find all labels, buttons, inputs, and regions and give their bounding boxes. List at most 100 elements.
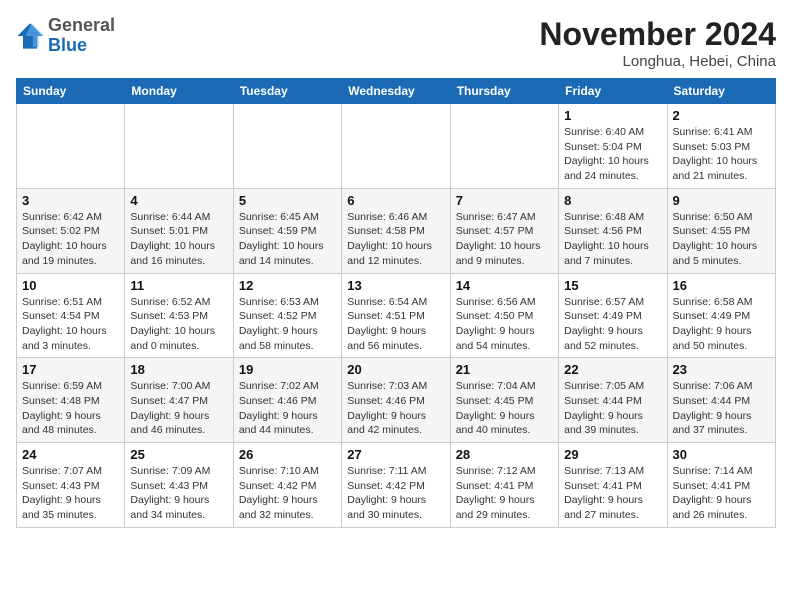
day-info: Sunrise: 7:03 AM Sunset: 4:46 PM Dayligh…: [347, 379, 444, 438]
day-of-week-header: SundayMondayTuesdayWednesdayThursdayFrid…: [17, 79, 776, 104]
location: Longhua, Hebei, China: [539, 53, 776, 70]
day-number: 15: [564, 278, 661, 293]
day-info: Sunrise: 6:40 AM Sunset: 5:04 PM Dayligh…: [564, 125, 661, 184]
day-cell: [450, 104, 558, 189]
day-cell: 21Sunrise: 7:04 AM Sunset: 4:45 PM Dayli…: [450, 358, 558, 443]
day-number: 22: [564, 362, 661, 377]
day-cell: 3 Sunrise: 6:42 AM Sunset: 5:02 PM Daylig…: [17, 188, 125, 273]
day-number: 19: [239, 362, 336, 377]
day-number: 5: [239, 193, 336, 208]
day-cell: 14 Sunrise: 6:56 AM Sunset: 4:50 PM Dayli…: [450, 273, 558, 358]
day-cell: 2 Sunrise: 6:41 AM Sunset: 5:03 PM Daylig…: [667, 104, 775, 189]
day-info: Sunrise: 6:47 AM Sunset: 4:57 PM Dayligh…: [456, 210, 553, 269]
calendar: SundayMondayTuesdayWednesdayThursdayFrid…: [16, 78, 776, 528]
day-number: 9: [673, 193, 770, 208]
day-info: Sunrise: 7:11 AM Sunset: 4:42 PM Dayligh…: [347, 464, 444, 523]
day-cell: 28Sunrise: 7:12 AM Sunset: 4:41 PM Dayli…: [450, 443, 558, 528]
week-row-3: 10Sunrise: 6:51 AM Sunset: 4:54 PM Dayli…: [17, 273, 776, 358]
day-cell: 20 Sunrise: 7:03 AM Sunset: 4:46 PM Dayli…: [342, 358, 450, 443]
day-info: Sunrise: 6:58 AM Sunset: 4:49 PM Dayligh…: [673, 295, 770, 354]
week-row-2: 3 Sunrise: 6:42 AM Sunset: 5:02 PM Daylig…: [17, 188, 776, 273]
day-cell: 8 Sunrise: 6:48 AM Sunset: 4:56 PM Daylig…: [559, 188, 667, 273]
day-number: 18: [130, 362, 227, 377]
day-info: Sunrise: 6:56 AM Sunset: 4:50 PM Dayligh…: [456, 295, 553, 354]
day-info: Sunrise: 6:42 AM Sunset: 5:02 PM Dayligh…: [22, 210, 119, 269]
day-header-saturday: Saturday: [667, 79, 775, 104]
day-info: Sunrise: 6:50 AM Sunset: 4:55 PM Dayligh…: [673, 210, 770, 269]
day-cell: 11 Sunrise: 6:52 AM Sunset: 4:53 PM Dayli…: [125, 273, 233, 358]
day-number: 30: [673, 447, 770, 462]
calendar-body: 1 Sunrise: 6:40 AM Sunset: 5:04 PM Daylig…: [17, 104, 776, 528]
day-cell: 10Sunrise: 6:51 AM Sunset: 4:54 PM Dayli…: [17, 273, 125, 358]
day-number: 3: [22, 193, 119, 208]
header: General Blue November 2024 Longhua, Hebe…: [16, 16, 776, 70]
logo-icon: [16, 22, 44, 50]
day-cell: 9 Sunrise: 6:50 AM Sunset: 4:55 PM Daylig…: [667, 188, 775, 273]
day-header-monday: Monday: [125, 79, 233, 104]
day-cell: 22 Sunrise: 7:05 AM Sunset: 4:44 PM Dayli…: [559, 358, 667, 443]
day-number: 10: [22, 278, 119, 293]
day-header-friday: Friday: [559, 79, 667, 104]
day-info: Sunrise: 6:57 AM Sunset: 4:49 PM Dayligh…: [564, 295, 661, 354]
day-cell: 5 Sunrise: 6:45 AM Sunset: 4:59 PM Daylig…: [233, 188, 341, 273]
day-cell: [17, 104, 125, 189]
day-cell: 1 Sunrise: 6:40 AM Sunset: 5:04 PM Daylig…: [559, 104, 667, 189]
day-info: Sunrise: 6:52 AM Sunset: 4:53 PM Dayligh…: [130, 295, 227, 354]
day-number: 16: [673, 278, 770, 293]
day-number: 7: [456, 193, 553, 208]
day-cell: 18 Sunrise: 7:00 AM Sunset: 4:47 PM Dayli…: [125, 358, 233, 443]
day-number: 14: [456, 278, 553, 293]
day-number: 6: [347, 193, 444, 208]
day-cell: 27Sunrise: 7:11 AM Sunset: 4:42 PM Dayli…: [342, 443, 450, 528]
day-number: 29: [564, 447, 661, 462]
day-number: 17: [22, 362, 119, 377]
week-row-4: 17 Sunrise: 6:59 AM Sunset: 4:48 PM Dayli…: [17, 358, 776, 443]
day-number: 4: [130, 193, 227, 208]
day-number: 12: [239, 278, 336, 293]
title-block: November 2024 Longhua, Hebei, China: [539, 16, 776, 70]
day-info: Sunrise: 6:46 AM Sunset: 4:58 PM Dayligh…: [347, 210, 444, 269]
day-cell: 13Sunrise: 6:54 AM Sunset: 4:51 PM Dayli…: [342, 273, 450, 358]
day-info: Sunrise: 7:06 AM Sunset: 4:44 PM Dayligh…: [673, 379, 770, 438]
day-number: 26: [239, 447, 336, 462]
day-cell: 7 Sunrise: 6:47 AM Sunset: 4:57 PM Daylig…: [450, 188, 558, 273]
day-cell: 16 Sunrise: 6:58 AM Sunset: 4:49 PM Dayli…: [667, 273, 775, 358]
day-header-tuesday: Tuesday: [233, 79, 341, 104]
day-number: 8: [564, 193, 661, 208]
day-number: 13: [347, 278, 444, 293]
day-info: Sunrise: 6:48 AM Sunset: 4:56 PM Dayligh…: [564, 210, 661, 269]
day-cell: 6 Sunrise: 6:46 AM Sunset: 4:58 PM Daylig…: [342, 188, 450, 273]
day-info: Sunrise: 6:59 AM Sunset: 4:48 PM Dayligh…: [22, 379, 119, 438]
week-row-5: 24Sunrise: 7:07 AM Sunset: 4:43 PM Dayli…: [17, 443, 776, 528]
day-number: 24: [22, 447, 119, 462]
day-info: Sunrise: 7:09 AM Sunset: 4:43 PM Dayligh…: [130, 464, 227, 523]
day-number: 11: [130, 278, 227, 293]
day-info: Sunrise: 6:41 AM Sunset: 5:03 PM Dayligh…: [673, 125, 770, 184]
day-cell: 19Sunrise: 7:02 AM Sunset: 4:46 PM Dayli…: [233, 358, 341, 443]
day-number: 23: [673, 362, 770, 377]
day-number: 20: [347, 362, 444, 377]
logo: General Blue: [16, 16, 115, 56]
day-number: 2: [673, 108, 770, 123]
month-title: November 2024: [539, 16, 776, 53]
day-cell: [233, 104, 341, 189]
day-cell: 30 Sunrise: 7:14 AM Sunset: 4:41 PM Dayli…: [667, 443, 775, 528]
day-header-wednesday: Wednesday: [342, 79, 450, 104]
day-cell: 17 Sunrise: 6:59 AM Sunset: 4:48 PM Dayli…: [17, 358, 125, 443]
day-info: Sunrise: 7:12 AM Sunset: 4:41 PM Dayligh…: [456, 464, 553, 523]
day-header-thursday: Thursday: [450, 79, 558, 104]
day-info: Sunrise: 6:53 AM Sunset: 4:52 PM Dayligh…: [239, 295, 336, 354]
day-info: Sunrise: 7:00 AM Sunset: 4:47 PM Dayligh…: [130, 379, 227, 438]
day-cell: [125, 104, 233, 189]
day-info: Sunrise: 7:05 AM Sunset: 4:44 PM Dayligh…: [564, 379, 661, 438]
day-info: Sunrise: 7:14 AM Sunset: 4:41 PM Dayligh…: [673, 464, 770, 523]
day-cell: 24Sunrise: 7:07 AM Sunset: 4:43 PM Dayli…: [17, 443, 125, 528]
day-info: Sunrise: 6:45 AM Sunset: 4:59 PM Dayligh…: [239, 210, 336, 269]
day-cell: 26 Sunrise: 7:10 AM Sunset: 4:42 PM Dayli…: [233, 443, 341, 528]
week-row-1: 1 Sunrise: 6:40 AM Sunset: 5:04 PM Daylig…: [17, 104, 776, 189]
day-header-sunday: Sunday: [17, 79, 125, 104]
day-number: 1: [564, 108, 661, 123]
day-info: Sunrise: 7:10 AM Sunset: 4:42 PM Dayligh…: [239, 464, 336, 523]
day-info: Sunrise: 7:04 AM Sunset: 4:45 PM Dayligh…: [456, 379, 553, 438]
day-info: Sunrise: 7:13 AM Sunset: 4:41 PM Dayligh…: [564, 464, 661, 523]
